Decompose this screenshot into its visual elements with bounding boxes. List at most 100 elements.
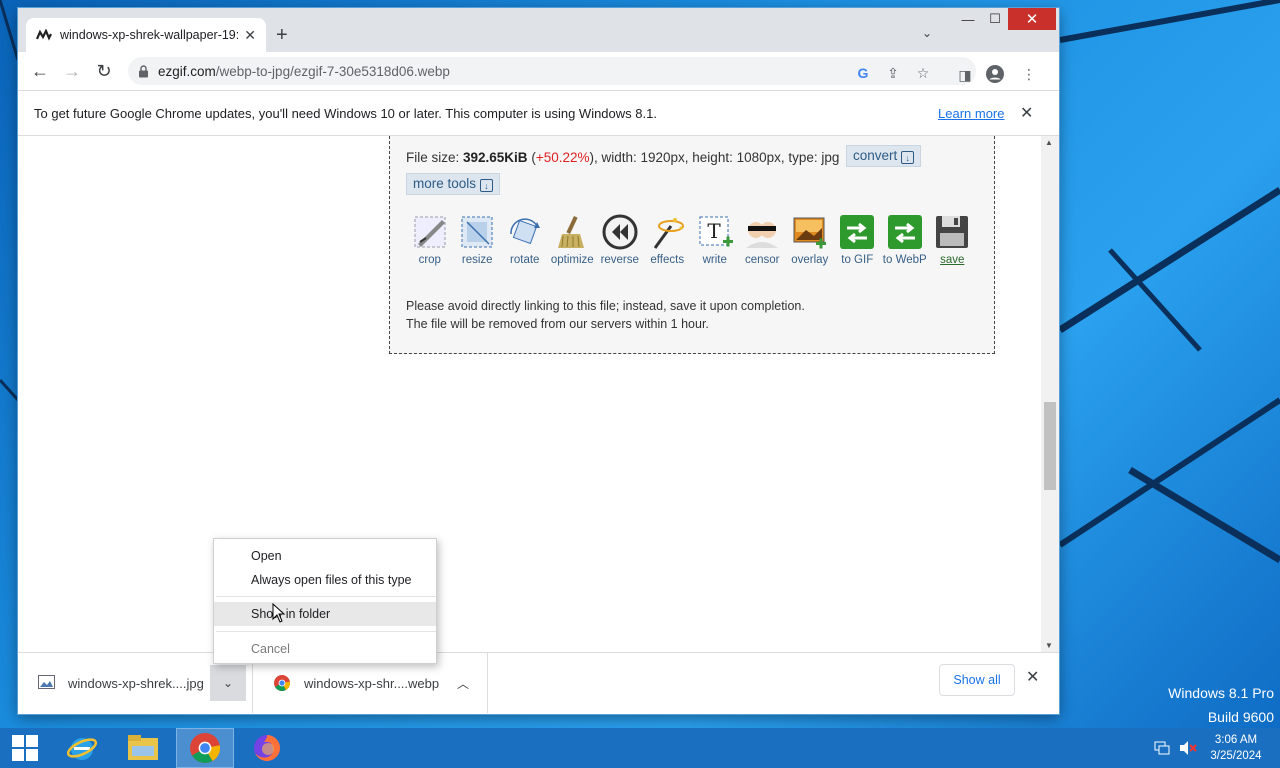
system-clock[interactable]: 3:06 AM 3/25/2024	[1200, 732, 1272, 764]
tool-effects[interactable]: effects	[644, 207, 692, 275]
expand-down-icon: ↓	[480, 179, 494, 192]
chevron-up-icon[interactable]: ︿	[453, 675, 473, 692]
new-tab-icon[interactable]: +	[276, 24, 288, 47]
tool-overlay[interactable]: overlay	[786, 207, 834, 275]
retention-note: Please avoid directly linking to this fi…	[406, 299, 805, 331]
taskbar: 3:06 AM 3/25/2024	[0, 728, 1280, 768]
internet-explorer-icon[interactable]	[58, 728, 106, 768]
download-filename: windows-xp-shr....webp	[304, 675, 440, 691]
chrome-taskbar-icon[interactable]	[176, 728, 234, 768]
download-context-menu: Open Always open files of this type Show…	[213, 538, 437, 664]
address-bar[interactable]: ezgif.com/webp-to-jpg/ezgif-7-30e5318d06…	[128, 57, 976, 85]
tool-censor[interactable]: censor	[739, 207, 787, 275]
file-details: ), width: 1920px, height: 1080px, type: …	[589, 150, 840, 165]
tool-to-webp[interactable]: to WebP	[881, 207, 929, 281]
download-shelf: windows-xp-shrek....jpg ⌄ windows-xp-shr…	[18, 652, 1059, 714]
convert-button[interactable]: convert ↓	[846, 145, 922, 167]
menu-separator	[216, 631, 436, 632]
window-close-icon[interactable]: ✕	[1008, 8, 1056, 30]
volume-muted-icon[interactable]	[1176, 728, 1200, 768]
reverse-icon	[600, 212, 640, 252]
tool-to-gif[interactable]: to GIF	[834, 207, 882, 275]
tool-write[interactable]: T write	[691, 207, 739, 275]
to-gif-icon	[837, 212, 877, 252]
menu-item-show-in-folder[interactable]: Show in folder	[214, 602, 436, 626]
image-file-icon	[38, 675, 56, 691]
menu-item-always-open[interactable]: Always open files of this type	[214, 568, 436, 592]
infobar-close-icon[interactable]: ✕	[1020, 103, 1033, 123]
learn-more-link[interactable]: Learn more	[938, 106, 1004, 121]
crop-icon	[410, 212, 450, 252]
profile-avatar-icon[interactable]	[986, 65, 1004, 83]
write-icon: T	[695, 212, 735, 252]
url-path: /webp-to-jpg/ezgif-7-30e5318d06.webp	[215, 63, 450, 79]
os-watermark-build: Build 9600	[1207, 709, 1274, 725]
rotate-icon	[505, 212, 545, 252]
to-webp-icon	[885, 212, 925, 252]
chevron-down-icon[interactable]: ⌄	[210, 665, 246, 701]
title-bar: windows-xp-shrek-wallpaper-19: ✕ + ⌄ — ☐…	[18, 8, 1059, 52]
windows-logo-icon	[12, 735, 38, 761]
kebab-menu-icon[interactable]: ⋮	[1020, 65, 1038, 83]
file-explorer-icon[interactable]	[118, 728, 168, 768]
more-tools-button[interactable]: more tools ↓	[406, 173, 501, 195]
expand-down-icon: ↓	[901, 151, 915, 164]
tool-resize[interactable]: resize	[454, 207, 502, 275]
menu-item-open[interactable]: Open	[214, 544, 436, 568]
infobar-message: To get future Google Chrome updates, you…	[34, 106, 657, 121]
minimize-icon[interactable]: —	[953, 8, 983, 30]
network-icon[interactable]	[1150, 728, 1174, 768]
back-arrow-icon[interactable]: ←	[29, 61, 51, 82]
update-infobar: To get future Google Chrome updates, you…	[18, 90, 1059, 136]
effects-icon	[647, 212, 687, 252]
firefox-icon[interactable]	[240, 728, 294, 768]
menu-item-cancel[interactable]: Cancel	[214, 637, 436, 661]
save-icon	[932, 212, 972, 252]
clock-time: 3:06 AM	[1214, 734, 1258, 746]
google-lens-icon[interactable]: G	[854, 64, 872, 82]
overlay-icon	[790, 212, 830, 252]
tool-optimize[interactable]: optimize	[549, 207, 597, 275]
file-info: File size: 392.65KiB (+50.22%), width: 1…	[406, 150, 840, 165]
tab-search-chevron-icon[interactable]: ⌄	[922, 26, 932, 40]
shelf-close-icon[interactable]: ✕	[1026, 667, 1039, 687]
start-button[interactable]	[0, 728, 50, 768]
scrollbar-thumb[interactable]	[1044, 402, 1056, 490]
mouse-pointer-icon	[272, 603, 286, 623]
browser-tab[interactable]: windows-xp-shrek-wallpaper-19: ✕	[26, 18, 266, 52]
side-panel-icon[interactable]: ◨	[956, 66, 974, 84]
scroll-down-icon[interactable]: ▼	[1045, 641, 1053, 650]
chrome-file-icon	[274, 675, 292, 691]
tool-reverse[interactable]: reverse	[596, 207, 644, 275]
optimize-icon	[552, 212, 592, 252]
censor-icon	[742, 212, 782, 252]
url-host: ezgif.com	[158, 63, 216, 79]
output-file-panel: File size: 392.65KiB (+50.22%), width: 1…	[389, 136, 995, 354]
clock-date: 3/25/2024	[1210, 750, 1262, 762]
page-content: File size: 392.65KiB (+50.22%), width: 1…	[18, 136, 1041, 652]
lock-icon	[138, 64, 150, 78]
browser-toolbar: ← → ↻ ezgif.com/webp-to-jpg/ezgif-7-30e5…	[18, 52, 1059, 90]
reload-icon[interactable]: ↻	[93, 61, 115, 82]
bookmark-star-icon[interactable]: ☆	[914, 64, 932, 82]
page-scrollbar[interactable]: ▲ ▼	[1041, 136, 1059, 652]
forward-arrow-icon[interactable]: →	[61, 61, 83, 82]
tool-rotate[interactable]: rotate	[501, 207, 549, 275]
share-icon[interactable]: ⇪	[884, 64, 902, 82]
tab-close-icon[interactable]: ✕	[244, 27, 256, 44]
svg-text:T: T	[707, 219, 721, 243]
ezgif-favicon-icon	[36, 27, 52, 43]
maximize-icon[interactable]: ☐	[980, 8, 1010, 30]
tool-save[interactable]: save	[929, 207, 977, 275]
os-watermark-edition: Windows 8.1 Pro	[1168, 685, 1274, 701]
resize-icon	[457, 212, 497, 252]
tab-title: windows-xp-shrek-wallpaper-19:	[60, 28, 239, 42]
download-filename: windows-xp-shrek....jpg	[68, 675, 204, 691]
scroll-up-icon[interactable]: ▲	[1045, 138, 1053, 147]
chrome-window: windows-xp-shrek-wallpaper-19: ✕ + ⌄ — ☐…	[18, 8, 1059, 714]
menu-separator	[216, 596, 436, 597]
show-all-button[interactable]: Show all	[939, 664, 1015, 696]
tool-crop[interactable]: crop	[406, 207, 454, 275]
tool-list: crop resize rotate optimize reverse effe…	[406, 207, 976, 281]
file-size: 392.65KiB	[463, 150, 528, 165]
